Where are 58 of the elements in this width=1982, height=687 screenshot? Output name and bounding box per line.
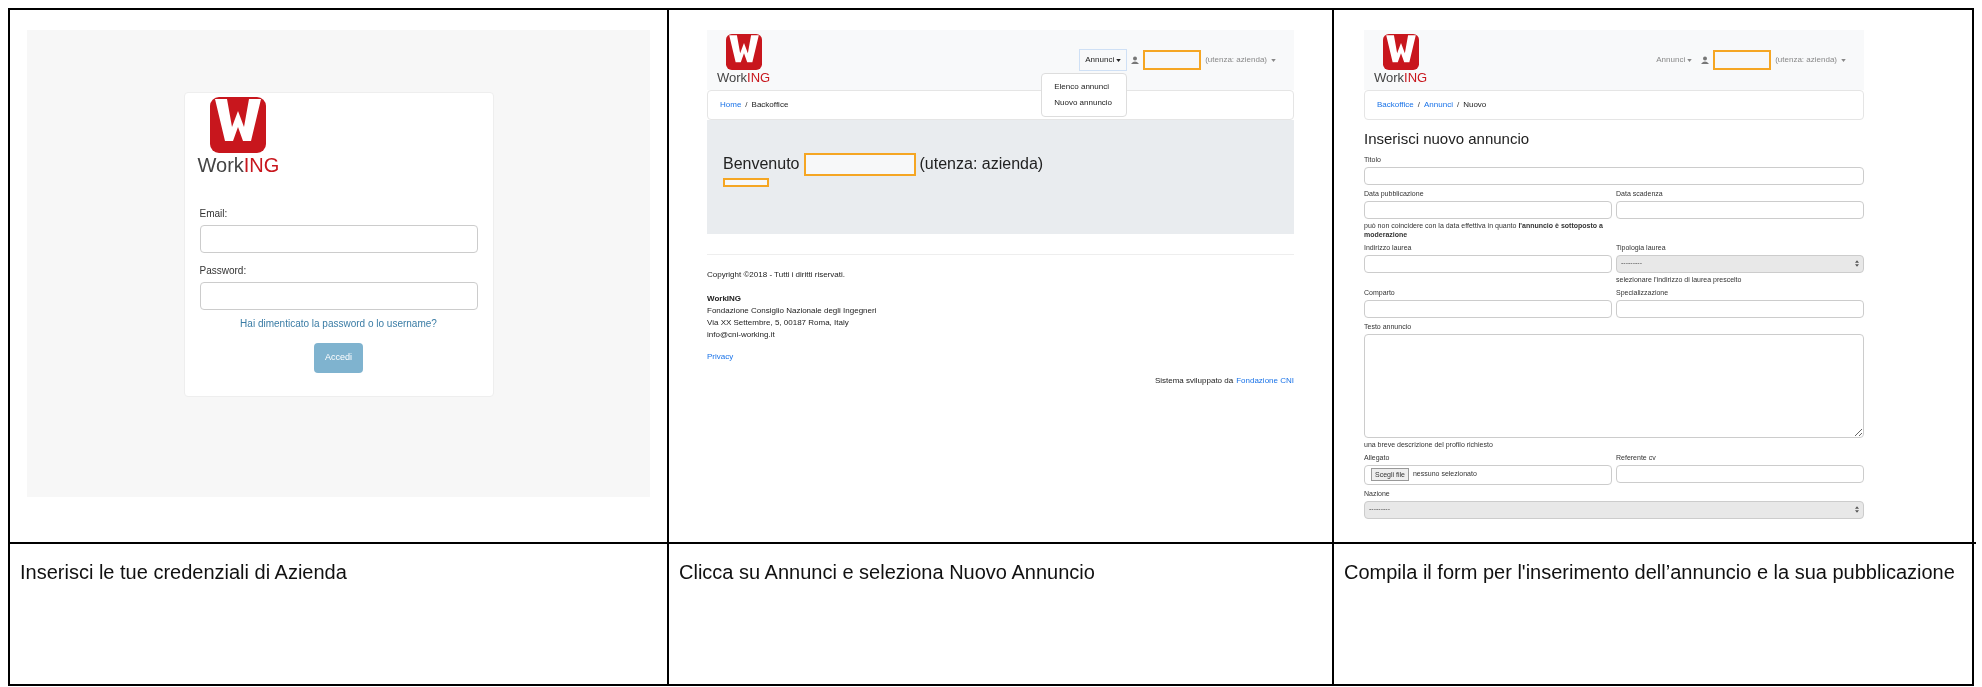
caret-icon: [1687, 58, 1693, 62]
step-caption: Clicca su Annunci e seleziona Nuovo Annuncio: [679, 561, 1095, 583]
input-field[interactable]: [1616, 299, 1864, 318]
input-field[interactable]: [1364, 200, 1612, 219]
logo-icon: [725, 33, 762, 70]
breadcrumb-separator: /: [1417, 99, 1420, 111]
caret-icon: [1841, 58, 1846, 62]
input-field[interactable]: [199, 225, 478, 253]
input-field[interactable]: [1616, 200, 1864, 219]
credit-link[interactable]: Fondazione CNI: [1236, 375, 1294, 387]
forgot-password-link[interactable]: Hai dimenticato la password o lo username?: [199, 316, 478, 331]
logo-icon: [1382, 33, 1419, 70]
redaction-box: [1143, 50, 1202, 70]
step-caption: Inserisci le tue credenziali di Azienda: [20, 561, 347, 583]
privacy-link[interactable]: Privacy: [707, 351, 734, 363]
input-field[interactable]: [199, 282, 478, 310]
text-area[interactable]: [1364, 333, 1864, 438]
input-field[interactable]: [1616, 464, 1864, 483]
menu-dropdown[interactable]: Annunci: [1079, 49, 1128, 71]
breadcrumb-link[interactable]: Annunci: [1424, 99, 1453, 111]
copyright-text: Copyright ©2018 - Tutti i diritti riservati.: [707, 269, 846, 281]
caret-icon: [1116, 58, 1122, 62]
breadcrumb-current: Nuovo: [1463, 99, 1487, 111]
breadcrumb-link[interactable]: Backoffice: [1377, 99, 1414, 111]
credit-text: Sistema sviluppato da: [1154, 375, 1234, 387]
user-icon: [1701, 56, 1710, 64]
breadcrumb-separator: /: [1456, 99, 1460, 111]
step-caption: Compila il form per l'inserimento dell’annuncio e la sua pubblicazione: [1344, 561, 1955, 583]
user-role-text: (utenza: azienda): [1205, 54, 1267, 66]
dropdown-item[interactable]: Elenco annunci: [1042, 79, 1127, 95]
breadcrumb-link[interactable]: Home: [720, 99, 742, 111]
caret-icon: [1271, 58, 1276, 62]
address-line: Via XX Settembre, 5, 00187 Roma, Italy: [707, 317, 850, 329]
breadcrumb-separator: /: [745, 99, 748, 111]
logo-text: WorkING: [1374, 69, 1428, 87]
address-line: info@cni-working.it: [707, 329, 776, 341]
logo-text: WorkING: [197, 153, 280, 178]
dropdown-item[interactable]: Nuovo annuncio: [1042, 95, 1127, 111]
address-line: Fondazione Consiglio Nazionale degli Ingegneri: [707, 305, 878, 317]
user-role-text: (utenza: azienda): [1775, 54, 1837, 66]
input-field[interactable]: [1364, 254, 1612, 273]
welcome-role-text: (utenza: azienda): [919, 154, 1044, 174]
input-field[interactable]: [1364, 299, 1612, 318]
field-label: Password:: [199, 264, 248, 278]
redaction-box: [1713, 50, 1772, 70]
user-icon: [1131, 56, 1140, 64]
field-label: Email:: [199, 207, 229, 221]
logo-text: WorkING: [717, 69, 771, 87]
select-arrows-icon: [1855, 260, 1859, 267]
redaction-box: [723, 178, 769, 187]
page-heading: Inserisci nuovo annuncio: [1364, 129, 1531, 149]
menu-dropdown[interactable]: Annunci: [1651, 50, 1698, 70]
company-name: WorkING: [707, 293, 743, 305]
input-field[interactable]: [1364, 166, 1864, 185]
logo-icon: [210, 97, 267, 153]
breadcrumb-current: Backoffice: [751, 99, 789, 111]
welcome-text: Benvenuto: [723, 154, 800, 174]
select-arrows-icon: [1855, 506, 1859, 513]
